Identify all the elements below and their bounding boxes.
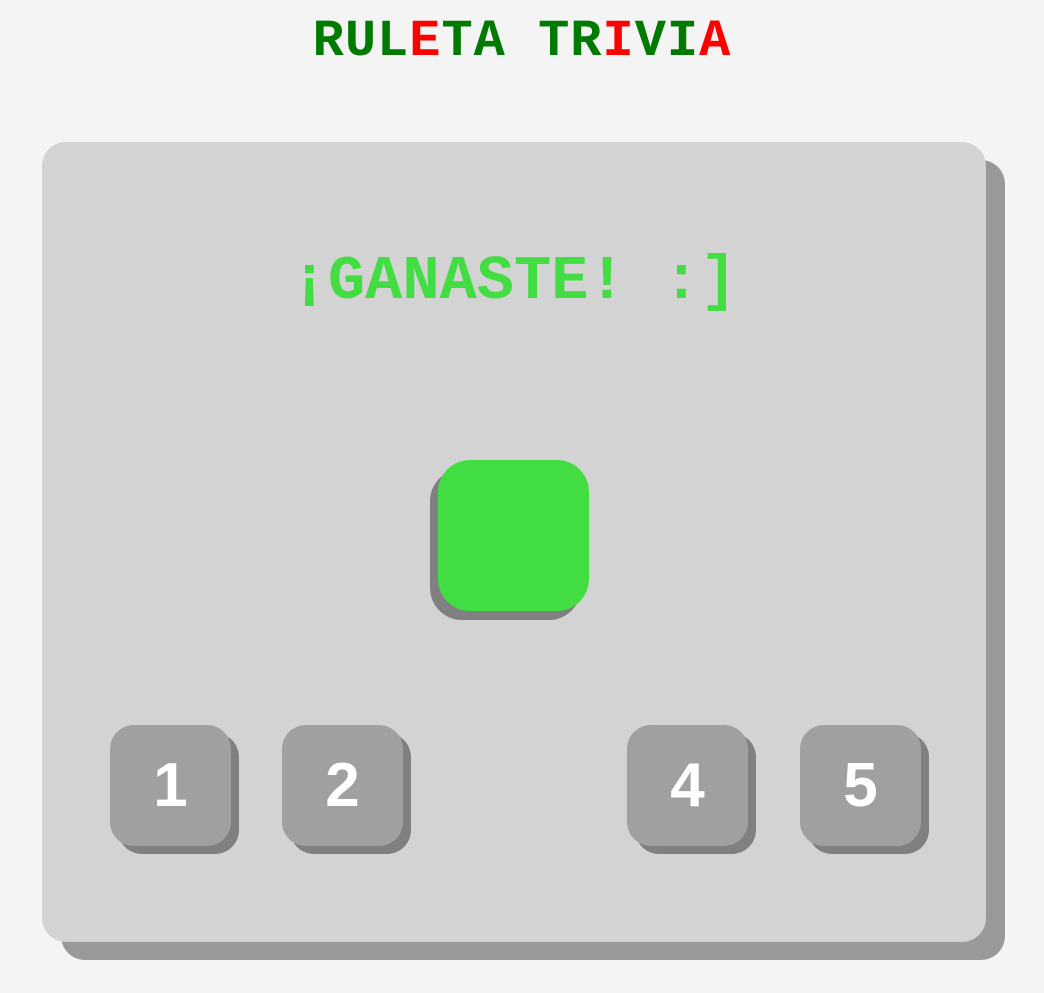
number-button-1[interactable]: 1 [110,725,240,855]
title-segment: A [699,12,732,71]
title-segment: RUL [312,12,410,71]
number-button-5[interactable]: 5 [800,725,930,855]
game-title: RULETA TRIVIA [0,12,1044,72]
title-segment: VI [634,12,700,71]
number-button-label[interactable]: 5 [800,725,921,846]
number-button-label[interactable]: 2 [282,725,403,846]
number-button-label[interactable]: 4 [627,725,748,846]
number-button-label[interactable]: 1 [110,725,231,846]
title-segment: I [602,12,635,71]
number-button-2[interactable]: 2 [282,725,412,855]
title-segment: TA TR [441,12,603,71]
result-tile [438,460,589,611]
number-button-4[interactable]: 4 [627,725,757,855]
result-message: ¡GANASTE! :] [290,246,738,317]
title-segment: E [409,12,442,71]
